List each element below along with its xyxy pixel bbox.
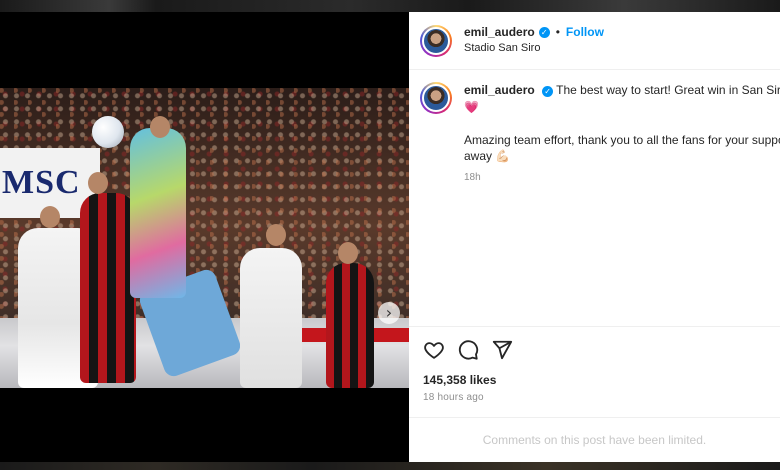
header-row: emil_audero ✓ • Follow (464, 25, 604, 40)
football (92, 116, 124, 148)
heart-icon[interactable] (423, 339, 445, 361)
post-side-panel: emil_audero ✓ • Follow Stadio San Siro e… (409, 12, 780, 462)
username-link[interactable]: emil_audero (464, 25, 535, 40)
post-header: emil_audero ✓ • Follow Stadio San Siro (409, 12, 780, 70)
heart-emoji: 💗 (464, 99, 479, 114)
caption-username-link[interactable]: emil_audero (464, 83, 535, 97)
post-time: 18 hours ago (423, 392, 484, 403)
media-area: MSC › (0, 12, 409, 462)
separator-dot: • (555, 25, 560, 40)
verified-icon: ✓ (542, 86, 554, 97)
post-modal: MSC › emil_audero ✓ • Follow Stadio San … (0, 12, 780, 462)
likes-count[interactable]: 145,358 likes (423, 373, 766, 387)
caption-text: The best way to start! Great win in San … (556, 83, 780, 97)
caption-paragraph-2-line-1: Amazing team effort, thank you to all th… (464, 132, 780, 147)
next-image-button[interactable]: › (378, 302, 400, 324)
avatar-image (422, 84, 450, 112)
follow-button[interactable]: Follow (566, 25, 604, 40)
caption-paragraph-2-line-2: away 💪🏻 (464, 149, 511, 164)
post-photo: MSC › (0, 88, 409, 388)
avatar-image (422, 26, 450, 55)
player-red-left (80, 193, 136, 383)
comments-limited-notice: Comments on this post have been limited. (409, 417, 780, 462)
player-head (40, 206, 60, 228)
player-head (88, 172, 108, 194)
caption-timestamp: 18h (464, 172, 481, 184)
player-white-right (240, 248, 302, 388)
caption-area: emil_audero ✓ The best way to start! Gre… (409, 70, 780, 197)
location-link[interactable]: Stadio San Siro (464, 42, 604, 56)
avatar[interactable] (420, 24, 452, 57)
caption-line: emil_audero ✓ The best way to start! Gre… (464, 82, 780, 99)
background-strip-bottom (0, 462, 780, 470)
caption-avatar[interactable] (420, 82, 452, 114)
caption-body: emil_audero ✓ The best way to start! Gre… (464, 82, 780, 185)
player-head (338, 242, 358, 264)
share-icon[interactable] (491, 339, 513, 361)
goalkeeper (130, 128, 186, 298)
player-red-right (326, 263, 374, 388)
player-head (266, 224, 286, 246)
player-head (150, 116, 170, 138)
verified-icon: ✓ (538, 27, 550, 39)
comment-icon[interactable] (457, 339, 479, 361)
actions-section: 145,358 likes 18 hours ago (409, 326, 780, 403)
action-icons (423, 339, 766, 361)
background-strip-top (0, 0, 780, 12)
header-text: emil_audero ✓ • Follow Stadio San Siro (464, 25, 604, 56)
